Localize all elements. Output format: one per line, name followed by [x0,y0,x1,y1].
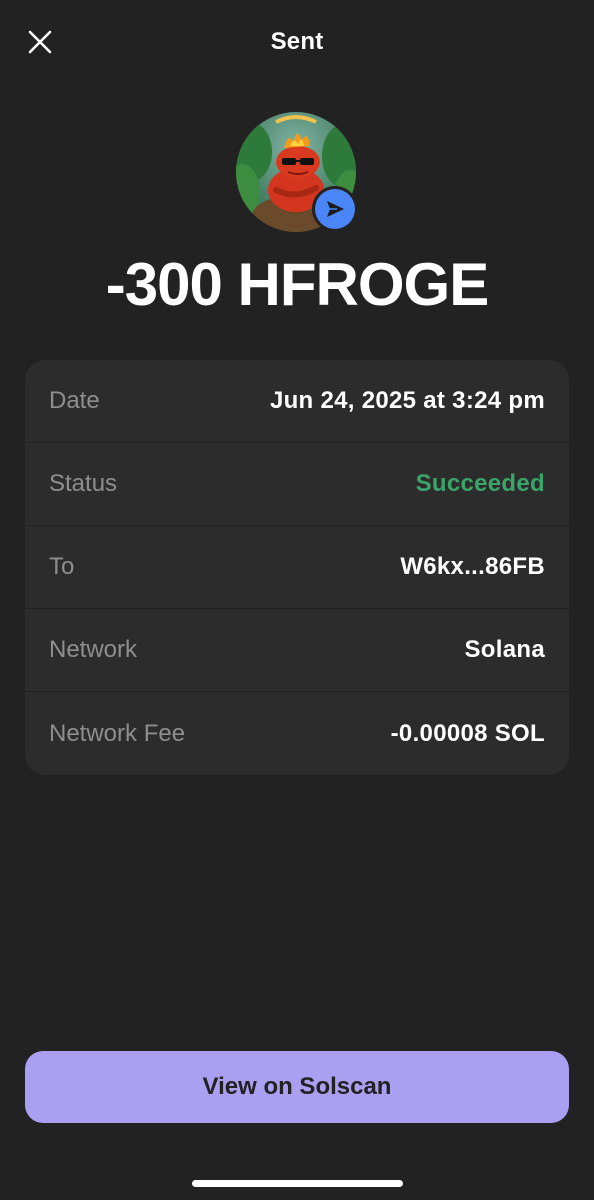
detail-row-network-fee: Network Fee -0.00008 SOL [25,692,569,775]
status-value: Succeeded [415,470,545,497]
detail-row-recipient[interactable]: To W6kx...86FB [25,526,569,609]
page-title: Sent [270,28,324,55]
detail-row-network: Network Solana [25,609,569,692]
detail-label: Date [49,387,100,414]
detail-value: Solana [464,636,545,663]
send-badge [312,186,358,232]
view-on-solscan-button[interactable]: View on Solscan [25,1051,569,1123]
detail-value: Jun 24, 2025 at 3:24 pm [269,387,545,414]
detail-label: Network [49,636,138,663]
transaction-details-card: Date Jun 24, 2025 at 3:24 pm Status Succ… [25,360,569,775]
transaction-amount: -300 HFROGE [105,251,489,318]
detail-label: Status [49,470,118,497]
detail-row-date: Date Jun 24, 2025 at 3:24 pm [25,360,569,443]
send-icon [327,201,344,217]
detail-label: To [49,553,75,580]
header: Sent [0,0,594,86]
detail-row-status: Status Succeeded [25,443,569,526]
recipient-address[interactable]: W6kx...86FB [400,553,545,581]
detail-label: Network Fee [49,719,186,747]
home-indicator[interactable] [192,1180,403,1187]
token-avatar-group [236,112,358,234]
detail-value: -0.00008 SOL [390,719,545,747]
